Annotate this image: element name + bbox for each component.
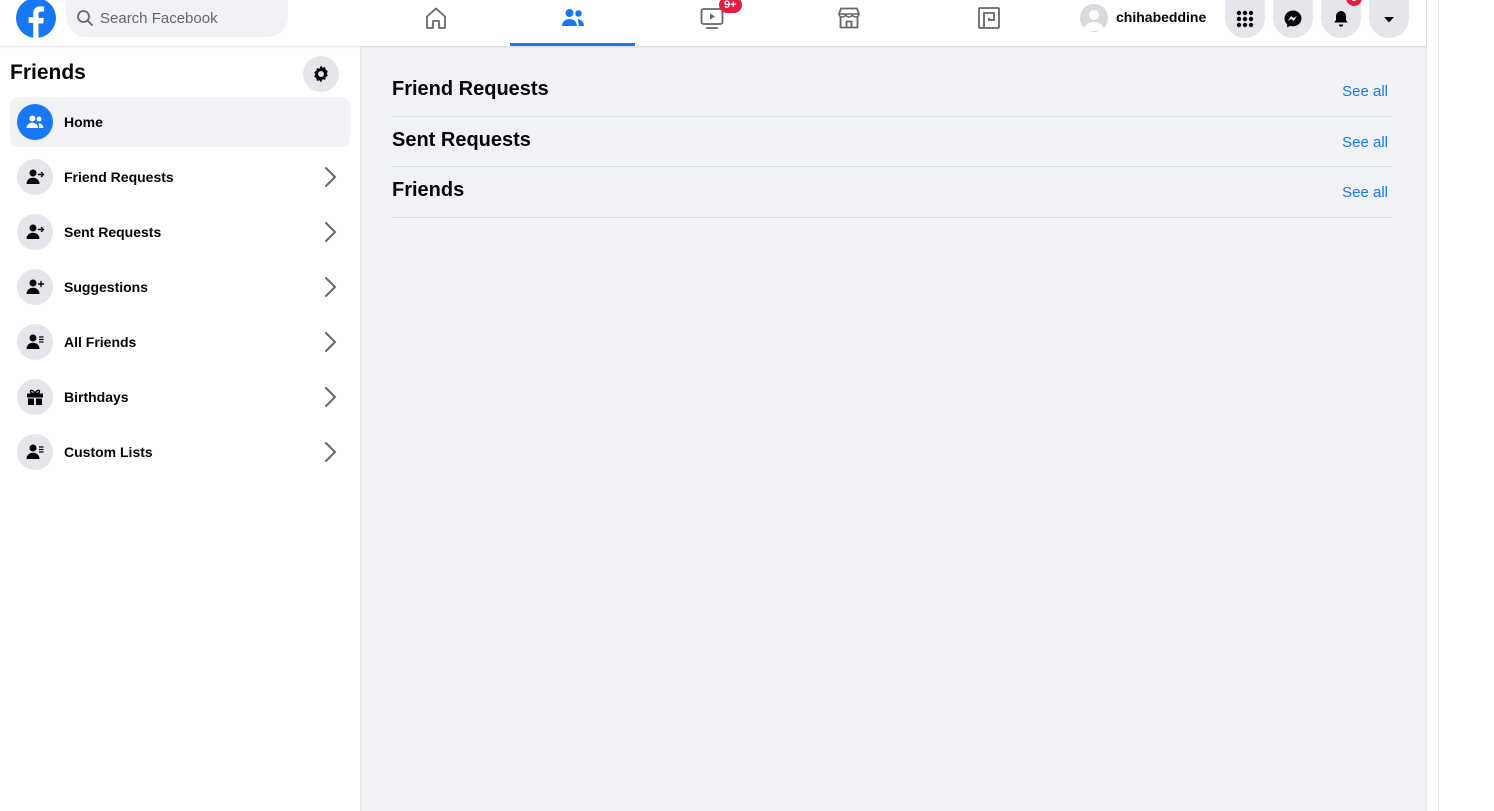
sidebar-icon-wrap [17,214,53,250]
person-list-icon [26,334,44,349]
main-content: Friend Requests See all Sent Requests Se… [392,66,1392,218]
caret-down-icon [1384,17,1394,23]
friends-sidebar: Friends Home Friend Requests Sent Reques… [0,46,360,811]
sidebar-item-all-friends[interactable]: All Friends [10,317,350,367]
chevron-right-icon [325,277,337,297]
chevron-right-icon [325,167,337,187]
notifications-badge: 5 [1346,0,1363,6]
settings-button[interactable] [303,56,339,92]
gift-icon [27,389,43,405]
sidebar-item-home[interactable]: Home [10,97,350,147]
friends-icon [561,9,584,26]
friends-section: Friends See all [392,167,1392,218]
tab-home[interactable] [373,0,498,46]
friend-requests-section: Friend Requests See all [392,66,1392,117]
chevron-right-icon [325,387,337,407]
store-icon [837,7,860,29]
avatar [1080,4,1108,32]
sidebar-item-sent-requests[interactable]: Sent Requests [10,207,350,257]
watch-badge: 9+ [719,0,742,13]
see-all-friend-requests-link[interactable]: See all [1342,83,1388,100]
sidebar-item-birthdays[interactable]: Birthdays [10,372,350,422]
search-bar[interactable] [66,0,288,37]
top-navigation-bar: 9+ chihabeddine [0,0,1426,46]
section-title: Friend Requests [392,78,549,100]
sidebar-icon-wrap [17,434,53,470]
person-arrow-icon [26,224,45,239]
default-avatar-icon [1080,4,1108,32]
tab-friends[interactable] [510,0,635,46]
window-edge-strip [1426,0,1439,811]
sidebar-icon-wrap [17,269,53,305]
gaming-icon [977,7,1000,29]
sidebar-item-label: Sent Requests [64,224,162,240]
bell-icon [1334,11,1348,27]
sidebar-icon-wrap [17,159,53,195]
gear-icon [314,65,328,83]
messenger-button[interactable] [1273,0,1313,38]
see-all-sent-requests-link[interactable]: See all [1342,134,1388,151]
chevron-right-icon [325,332,337,352]
notifications-button[interactable]: 5 [1321,0,1363,38]
sidebar-item-friend-requests[interactable]: Friend Requests [10,152,350,202]
account-button[interactable] [1369,0,1409,38]
chevron-right-icon [325,442,337,462]
menu-button[interactable] [1225,0,1265,38]
sent-requests-section: Sent Requests See all [392,117,1392,167]
profile-chip[interactable]: chihabeddine [1078,0,1214,36]
see-all-friends-link[interactable]: See all [1342,184,1388,201]
tab-gaming[interactable] [926,0,1051,46]
section-title: Sent Requests [392,128,531,151]
sidebar-icon-wrap [17,379,53,415]
messenger-icon [1284,10,1302,28]
chevron-right-icon [325,222,337,242]
profile-username: chihabeddine [1116,9,1207,25]
sidebar-item-suggestions[interactable]: Suggestions [10,262,350,312]
search-input[interactable] [100,0,280,36]
sidebar-title: Friends [10,61,86,84]
sidebar-item-label: Friend Requests [64,169,174,185]
person-arrow-icon [26,169,45,184]
sidebar-item-custom-lists[interactable]: Custom Lists [10,427,350,477]
tab-marketplace[interactable] [786,0,911,46]
section-title: Friends [392,179,465,201]
friends-icon [26,115,44,128]
sidebar-item-label: All Friends [64,334,137,350]
grid-menu-icon [1236,10,1254,28]
person-list-icon [26,444,44,459]
app-root: 9+ chihabeddine [0,0,1426,811]
sidebar-item-label: Birthdays [64,389,129,405]
search-icon [77,10,93,26]
home-icon [425,7,446,29]
tab-watch[interactable]: 9+ [649,0,774,46]
facebook-logo-icon[interactable] [16,0,56,38]
sidebar-item-label: Home [64,114,103,130]
sidebar-item-label: Custom Lists [64,444,153,460]
person-plus-icon [26,279,45,294]
sidebar-icon-wrap [17,104,53,140]
sidebar-icon-wrap [17,324,53,360]
sidebar-item-label: Suggestions [64,279,149,295]
